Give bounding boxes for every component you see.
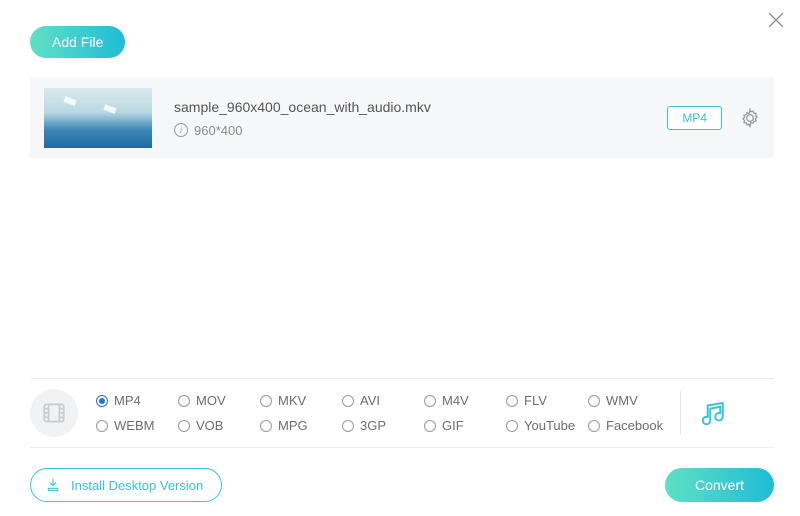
format-option-gif[interactable]: GIF <box>424 418 506 433</box>
file-name: sample_960x400_ocean_with_audio.mkv <box>174 99 667 115</box>
file-item: sample_960x400_ocean_with_audio.mkv i 96… <box>30 78 774 158</box>
format-option-mp4[interactable]: MP4 <box>96 393 178 408</box>
file-thumbnail <box>44 88 152 148</box>
close-button[interactable] <box>766 10 786 30</box>
format-option-label: AVI <box>360 393 380 408</box>
close-icon <box>766 10 786 30</box>
format-option-avi[interactable]: AVI <box>342 393 424 408</box>
format-option-mov[interactable]: MOV <box>178 393 260 408</box>
file-dimensions: 960*400 <box>194 123 242 138</box>
radio-icon <box>178 420 190 432</box>
format-option-mpg[interactable]: MPG <box>260 418 342 433</box>
format-option-label: GIF <box>442 418 464 433</box>
radio-icon <box>96 395 108 407</box>
install-desktop-button[interactable]: Install Desktop Version <box>30 468 222 502</box>
format-option-label: WEBM <box>114 418 154 433</box>
settings-button[interactable] <box>740 108 760 128</box>
output-format-badge[interactable]: MP4 <box>667 106 722 130</box>
format-option-webm[interactable]: WEBM <box>96 418 178 433</box>
format-option-label: MPG <box>278 418 308 433</box>
format-option-label: YouTube <box>524 418 575 433</box>
format-option-label: MP4 <box>114 393 141 408</box>
format-options: MP4 MOV MKV AVI M4V FLV WMV WEBM VOB MPG 3GP GIF You… <box>96 393 670 433</box>
radio-icon <box>588 395 600 407</box>
format-option-flv[interactable]: FLV <box>506 393 588 408</box>
radio-icon <box>506 395 518 407</box>
install-desktop-label: Install Desktop Version <box>71 478 203 493</box>
format-option-label: VOB <box>196 418 223 433</box>
radio-icon <box>424 420 436 432</box>
radio-icon <box>178 395 190 407</box>
radio-icon <box>260 420 272 432</box>
audio-category-button[interactable] <box>699 398 729 428</box>
format-option-m4v[interactable]: M4V <box>424 393 506 408</box>
divider <box>680 391 681 435</box>
file-dimensions-row: i 960*400 <box>174 123 667 138</box>
info-icon: i <box>174 123 188 137</box>
format-option-label: MKV <box>278 393 306 408</box>
add-file-button[interactable]: Add File <box>30 26 125 58</box>
format-option-3gp[interactable]: 3GP <box>342 418 424 433</box>
format-option-vob[interactable]: VOB <box>178 418 260 433</box>
format-option-label: Facebook <box>606 418 663 433</box>
format-option-label: MOV <box>196 393 226 408</box>
radio-icon <box>424 395 436 407</box>
radio-icon <box>260 395 272 407</box>
radio-icon <box>342 420 354 432</box>
format-bar: MP4 MOV MKV AVI M4V FLV WMV WEBM VOB MPG 3GP GIF You… <box>30 378 774 448</box>
file-meta: sample_960x400_ocean_with_audio.mkv i 96… <box>174 99 667 138</box>
radio-icon <box>96 420 108 432</box>
format-option-label: WMV <box>606 393 638 408</box>
radio-icon <box>342 395 354 407</box>
footer: Install Desktop Version Convert <box>30 468 774 502</box>
download-icon <box>45 477 61 493</box>
format-option-label: 3GP <box>360 418 386 433</box>
convert-button[interactable]: Convert <box>665 468 774 502</box>
format-option-youtube[interactable]: YouTube <box>506 418 588 433</box>
format-option-facebook[interactable]: Facebook <box>588 418 670 433</box>
format-option-label: FLV <box>524 393 547 408</box>
radio-icon <box>588 420 600 432</box>
format-option-wmv[interactable]: WMV <box>588 393 670 408</box>
music-icon <box>699 398 729 428</box>
gear-icon <box>740 108 760 128</box>
film-icon <box>41 400 67 426</box>
radio-icon <box>506 420 518 432</box>
format-option-mkv[interactable]: MKV <box>260 393 342 408</box>
video-category-button[interactable] <box>30 389 78 437</box>
format-option-label: M4V <box>442 393 469 408</box>
